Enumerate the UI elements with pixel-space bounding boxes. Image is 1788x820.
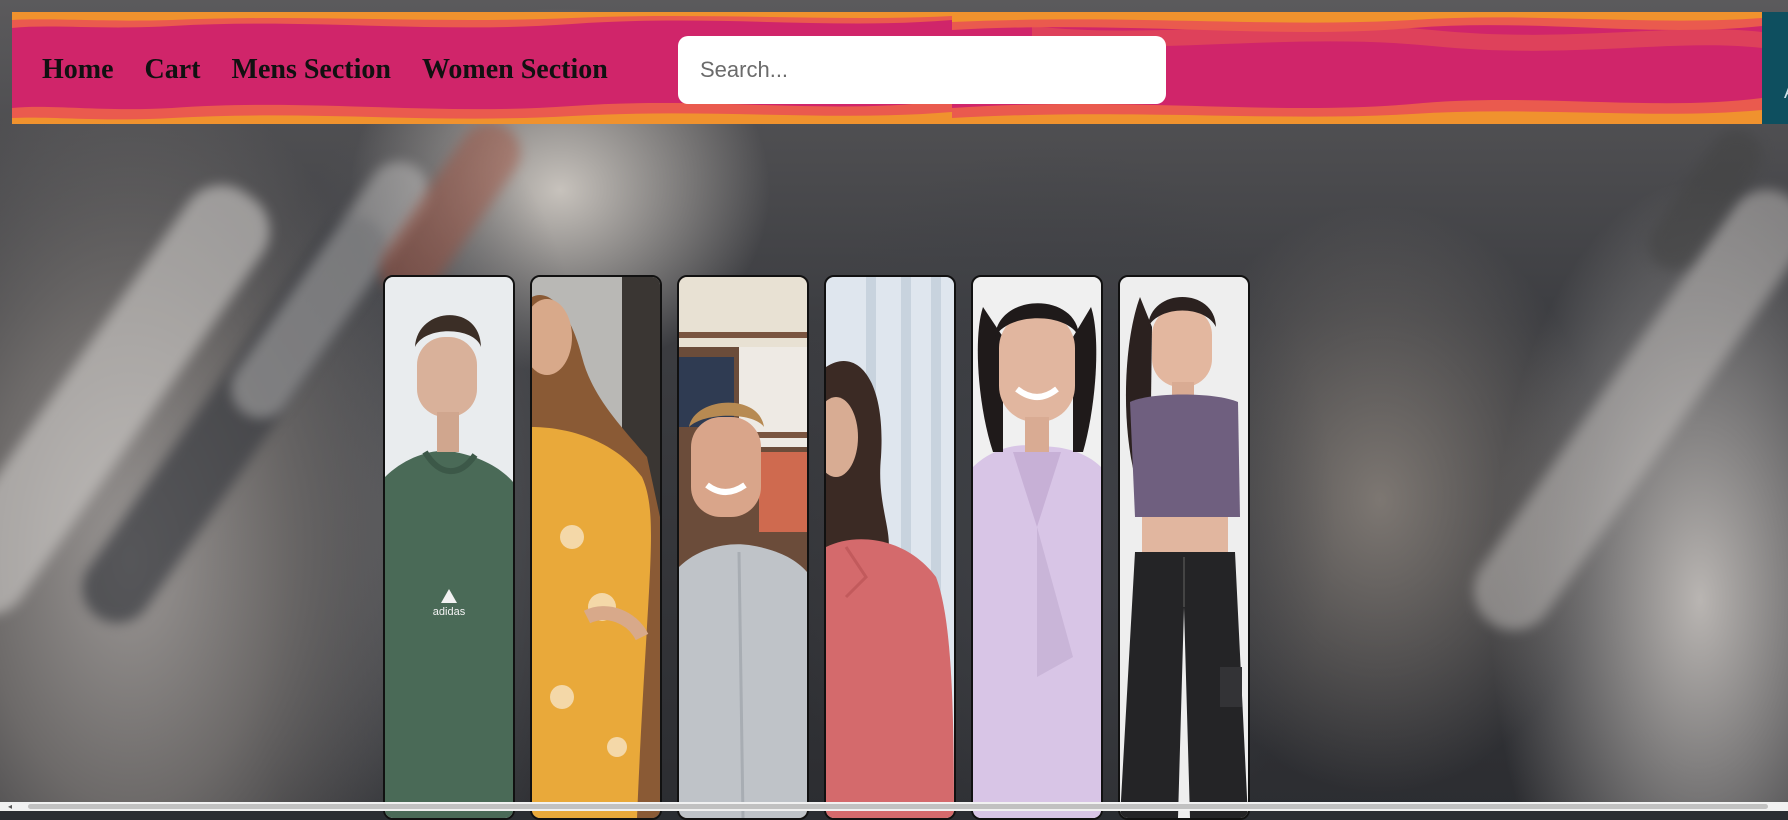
product-card-green-hoodie[interactable]: adidas bbox=[383, 275, 515, 820]
product-card-yellow-dress[interactable] bbox=[530, 275, 662, 820]
search-input[interactable] bbox=[678, 36, 1166, 104]
horizontal-scrollbar[interactable]: ◂ bbox=[0, 802, 1788, 811]
nav-women-section-link[interactable]: Women Section bbox=[422, 54, 608, 86]
product-image-green-hoodie: adidas bbox=[385, 277, 513, 818]
scroll-left-arrow-icon[interactable]: ◂ bbox=[8, 802, 12, 811]
header-banner: Home Cart Mens Section Women Section bbox=[12, 12, 1762, 124]
nav-mens-section-link[interactable]: Mens Section bbox=[232, 54, 391, 86]
product-card-purple-crop-top[interactable] bbox=[1118, 275, 1250, 820]
brand-mark: adidas bbox=[433, 606, 466, 618]
header-side-panel: A bbox=[1762, 12, 1788, 124]
main-nav: Home Cart Mens Section Women Section bbox=[42, 54, 639, 86]
product-card-lavender-top[interactable] bbox=[971, 275, 1103, 820]
product-card-grey-shirt[interactable] bbox=[677, 275, 809, 820]
nav-home-link[interactable]: Home bbox=[42, 54, 114, 86]
product-card-pink-shirt[interactable] bbox=[824, 275, 956, 820]
nav-cart-link[interactable]: Cart bbox=[145, 54, 201, 86]
scrollbar-thumb[interactable] bbox=[28, 804, 1768, 809]
